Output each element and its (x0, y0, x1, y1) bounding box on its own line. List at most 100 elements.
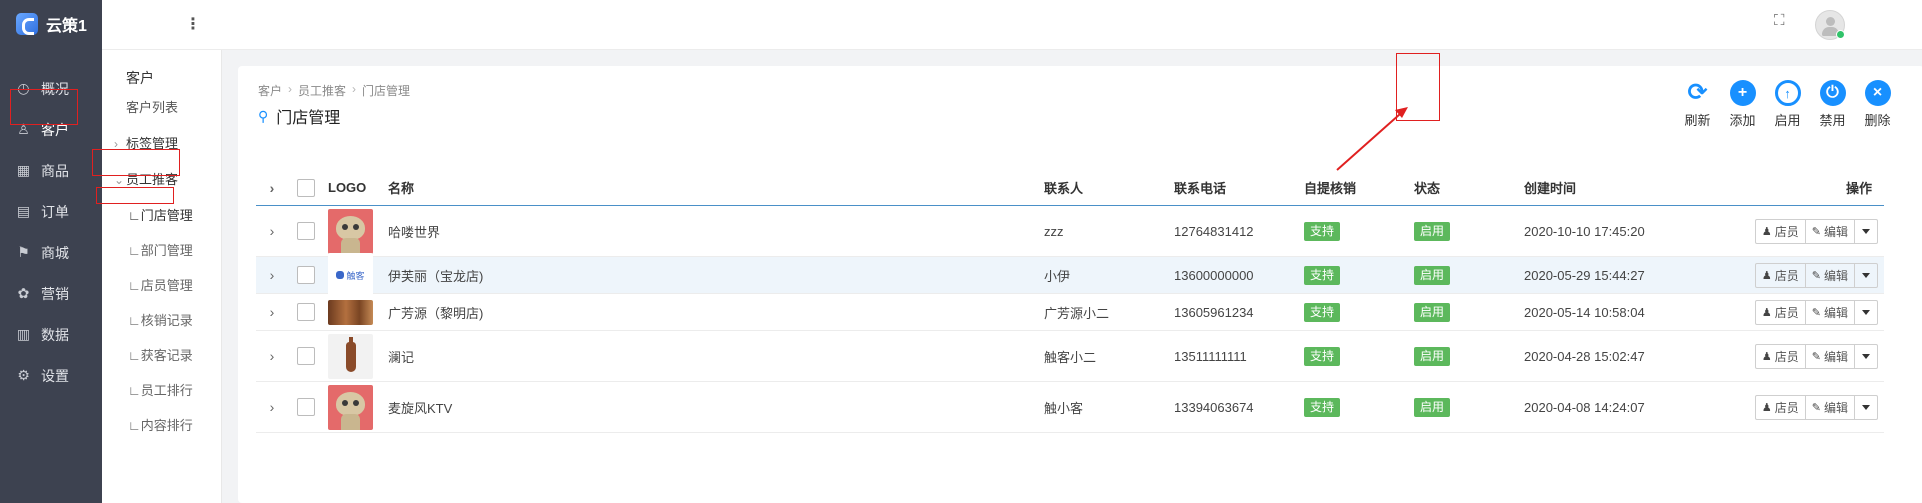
edit-button-label: 编辑 (1823, 349, 1848, 364)
upload-enable-icon: ↑ (1774, 80, 1801, 106)
edit-button-label: 编辑 (1823, 400, 1848, 415)
sub-sidebar: 客户 客户列表 › 标签管理 ⌄ 员工推客 ∟门店管理 ∟部门管理 ∟店员管理 ∟核销记录 ∟获客… (102, 50, 222, 503)
more-actions-dropdown[interactable] (1855, 220, 1877, 243)
chevron-down-icon (1862, 228, 1870, 234)
edit-button[interactable]: ✎ 编辑 (1806, 395, 1855, 419)
nav-item-6[interactable]: ▥ 数据 (0, 314, 102, 355)
app-logo[interactable]: 云策1 (0, 0, 102, 48)
staff-button[interactable]: ♟ 店员 (1756, 219, 1806, 243)
more-actions-dropdown[interactable] (1855, 345, 1877, 368)
sub-nav-label: 标签管理 (126, 136, 179, 151)
store-created-time: 2020-05-14 10:58:04 (1524, 304, 1645, 320)
table-row[interactable]: › 麦旋风KTV 触小客 13394063674 支持 启用 2020-04-0… (256, 382, 1884, 433)
expand-all-icon[interactable]: › (256, 180, 288, 196)
column-name: 名称 (388, 181, 415, 196)
nav-item-5[interactable]: ✿ 营销 (0, 273, 102, 314)
row-checkbox[interactable] (297, 347, 315, 365)
store-phone: 13600000000 (1174, 267, 1254, 283)
bar-chart-icon: ▥ (16, 326, 31, 342)
edit-button[interactable]: ✎ 编辑 (1806, 219, 1855, 243)
sub-nav-item-9[interactable]: ∟内容排行 (102, 408, 221, 443)
toolbar-button-label: 删除 (1864, 113, 1891, 128)
edit-icon: ✎ (1811, 350, 1821, 363)
column-actions: 操作 (1845, 181, 1872, 196)
toolbar-button-4[interactable]: × 删除 (1855, 80, 1900, 129)
toolbar-button-1[interactable]: + 添加 (1720, 80, 1765, 129)
more-actions-dropdown[interactable] (1855, 301, 1877, 324)
row-expand-icon[interactable]: › (256, 267, 288, 283)
row-expand-icon[interactable]: › (256, 304, 288, 320)
table-row[interactable]: › 触客 伊芙丽（宝龙店) 小伊 13600000000 支持 启用 2020-… (256, 252, 1884, 298)
column-status: 状态 (1414, 181, 1441, 196)
breadcrumb-item[interactable]: 客户 (258, 82, 282, 99)
status-badge: 启用 (1414, 302, 1451, 322)
more-actions-dropdown[interactable] (1855, 396, 1877, 419)
sub-nav-item-1[interactable]: › 标签管理 (102, 126, 221, 162)
breadcrumb-item[interactable]: 员工推客 (298, 82, 346, 99)
nav-item-4[interactable]: ⚑ 商城 (0, 232, 102, 273)
user-avatar[interactable] (1815, 10, 1845, 40)
edit-button[interactable]: ✎ 编辑 (1806, 344, 1855, 368)
fullscreen-icon[interactable]: ⛶ (1774, 12, 1790, 29)
row-expand-icon[interactable]: › (256, 348, 288, 364)
nav-item-7[interactable]: ⚙ 设置 (0, 355, 102, 396)
nav-item-3[interactable]: ▤ 订单 (0, 191, 102, 232)
row-checkbox[interactable] (297, 266, 315, 284)
select-all-checkbox[interactable] (297, 178, 315, 197)
edit-button[interactable]: ✎ 编辑 (1806, 263, 1855, 287)
sub-nav-item-7[interactable]: ∟获客记录 (102, 338, 221, 373)
toolbar-button-label: 添加 (1729, 113, 1756, 128)
row-expand-icon[interactable]: › (256, 223, 288, 239)
sub-nav-item-8[interactable]: ∟员工排行 (102, 373, 221, 408)
store-phone: 13605961234 (1174, 304, 1254, 320)
staff-button[interactable]: ♟ 店员 (1756, 344, 1806, 368)
menu-toggle-icon[interactable]: ⋮ (185, 14, 201, 34)
content-card: 客户 › 员工推客 › 门店管理 ⚲ 门店管理 ⟳ 刷新 + 添加 ↑ 启用 ⏻ 禁用 × 删除… (238, 66, 1922, 503)
store-name: 伊芙丽（宝龙店) (388, 268, 484, 284)
nav-item-label: 数据 (41, 326, 69, 343)
sub-nav-item-6[interactable]: ∟核销记录 (102, 303, 221, 338)
table-row[interactable]: › 澜记 触客小二 13511111111 支持 启用 2020-04-28 1… (256, 331, 1884, 382)
gear-icon: ⚙ (17, 367, 30, 383)
sub-nav-item-3[interactable]: ∟门店管理 (102, 198, 221, 233)
column-contact: 联系人 (1044, 181, 1084, 196)
sub-nav-item-2[interactable]: ⌄ 员工推客 (102, 162, 221, 198)
column-phone: 联系电话 (1174, 181, 1227, 196)
edit-button[interactable]: ✎ 编辑 (1806, 300, 1855, 324)
sidebar-menu: ◴ 概况 ♙ 客户 ▦ 商品 ▤ 订单 ⚑ 商城 ✿ 营销 ▥ 数据 ⚙ 设置 (0, 68, 102, 396)
user-icon: ♟ (1761, 225, 1772, 238)
row-checkbox[interactable] (297, 303, 315, 321)
staff-button[interactable]: ♟ 店员 (1756, 263, 1806, 287)
table-row[interactable]: › 广芳源（黎明店) 广芳源小二 13605961234 支持 启用 2020-… (256, 294, 1884, 331)
row-checkbox[interactable] (297, 222, 315, 240)
nav-item-1[interactable]: ♙ 客户 (0, 109, 102, 150)
nav-item-2[interactable]: ▦ 商品 (0, 150, 102, 191)
app-name: 云策1 (46, 18, 87, 35)
row-checkbox[interactable] (297, 398, 315, 416)
toolbar-button-label: 刷新 (1684, 113, 1711, 128)
status-badge: 启用 (1414, 346, 1451, 366)
staff-button[interactable]: ♟ 店员 (1756, 395, 1806, 419)
row-action-group: ♟ 店员 ✎ 编辑 (1754, 343, 1878, 369)
toolbar-button-2[interactable]: ↑ 启用 (1765, 80, 1810, 129)
toolbar-button-0[interactable]: ⟳ 刷新 (1675, 80, 1720, 129)
toolbar-button-3[interactable]: ⏻ 禁用 (1810, 80, 1855, 129)
nav-item-label: 订单 (41, 203, 69, 220)
chevron-down-icon (1862, 309, 1870, 315)
row-expand-icon[interactable]: › (256, 399, 288, 415)
table-row[interactable]: › 哈喽世界 zzz 12764831412 支持 启用 2020-10-10 … (256, 206, 1884, 257)
nav-item-0[interactable]: ◴ 概况 (0, 68, 102, 109)
store-contact: zzz (1044, 223, 1064, 239)
breadcrumb-separator: › (288, 82, 293, 96)
column-created: 创建时间 (1524, 181, 1577, 196)
sub-nav-item-4[interactable]: ∟部门管理 (102, 233, 221, 268)
more-actions-dropdown[interactable] (1855, 264, 1877, 287)
row-action-group: ♟ 店员 ✎ 编辑 (1754, 394, 1878, 420)
staff-button[interactable]: ♟ 店员 (1756, 300, 1806, 324)
edit-icon: ✎ (1811, 269, 1821, 282)
store-created-time: 2020-10-10 17:45:20 (1524, 223, 1645, 239)
sub-nav-item-5[interactable]: ∟店员管理 (102, 268, 221, 303)
self-pickup-badge: 支持 (1304, 221, 1341, 241)
chevron-down-icon (1862, 353, 1870, 359)
sub-nav-item-0[interactable]: 客户列表 (102, 90, 221, 126)
